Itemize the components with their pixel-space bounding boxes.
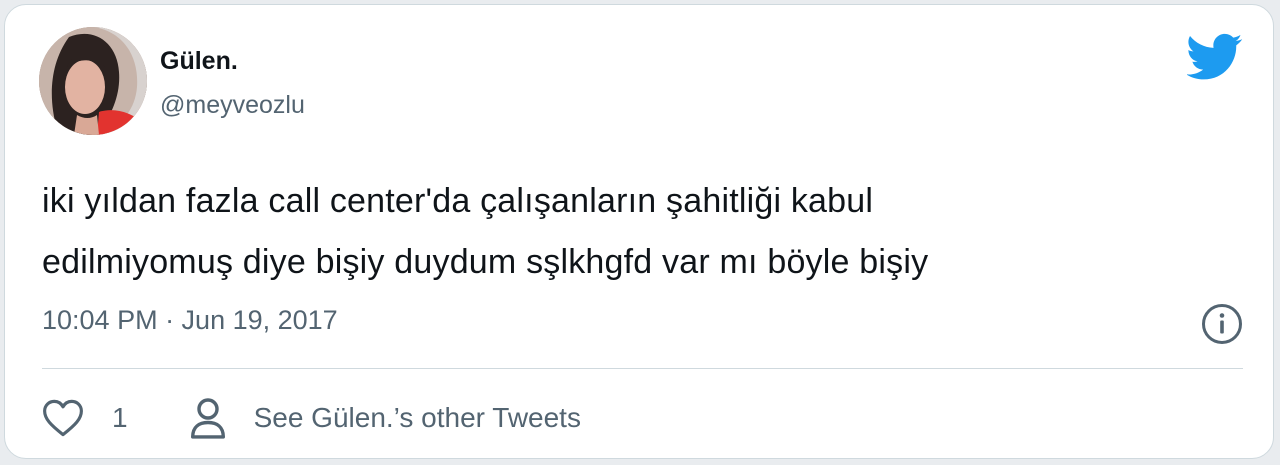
see-other-tweets-link[interactable]: See Gülen.’s other Tweets: [190, 396, 581, 440]
heart-icon: [43, 399, 83, 437]
like-button[interactable]: 1: [42, 398, 128, 438]
tweet-actions: 1 See Gülen.’s other Tweets: [42, 393, 581, 443]
tweet-text-line-1: iki yıldan fazla call center'da çalışanl…: [42, 182, 874, 220]
see-other-tweets-label: See Gülen.’s other Tweets: [253, 402, 581, 433]
person-icon: [190, 398, 225, 439]
tweet-text: iki yıldan fazla call center'da çalışanl…: [42, 171, 1252, 293]
divider: [42, 368, 1243, 369]
avatar-photo: [39, 27, 147, 135]
tweet-card: Gülen. @meyveozlu iki yıldan fazla call …: [4, 4, 1274, 459]
info-icon[interactable]: [1201, 303, 1243, 345]
like-count: 1: [112, 402, 128, 433]
twitter-bird-icon[interactable]: [1187, 33, 1243, 81]
tweet-text-line-2: edilmiyomuş diye bişiy duydum sşlkhgfd v…: [42, 243, 929, 281]
author-display-name[interactable]: Gülen.: [160, 47, 238, 76]
tweet-timestamp[interactable]: 10:04 PM · Jun 19, 2017: [42, 305, 338, 336]
avatar[interactable]: [39, 27, 147, 135]
author-handle[interactable]: @meyveozlu: [160, 91, 305, 120]
